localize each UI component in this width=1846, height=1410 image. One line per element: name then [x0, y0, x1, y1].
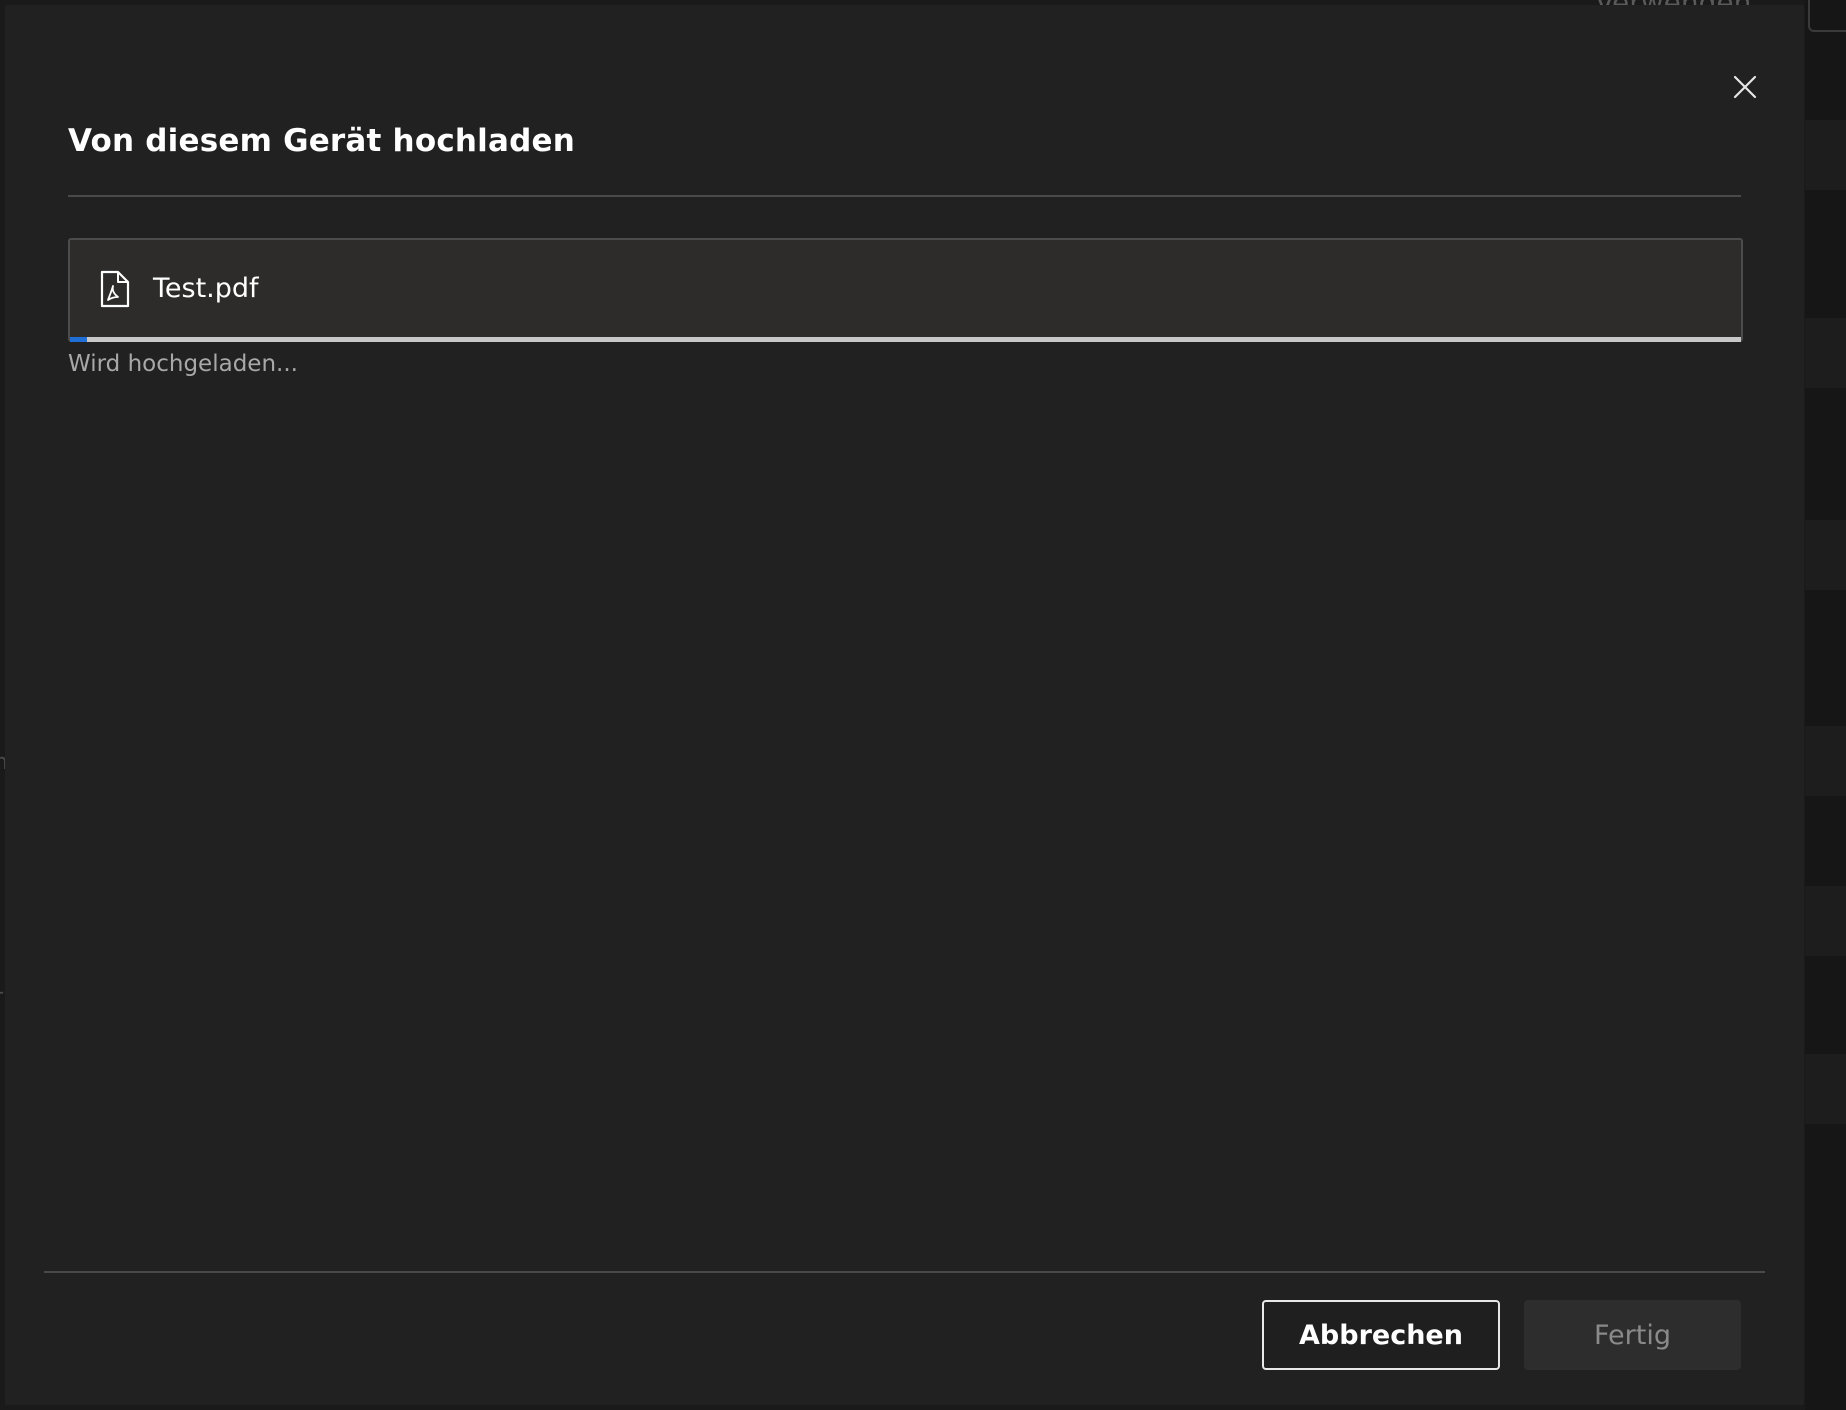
upload-progress-bar	[70, 337, 1741, 342]
done-button[interactable]: Fertig	[1524, 1300, 1741, 1370]
background-row	[1805, 726, 1846, 796]
close-button[interactable]	[1721, 63, 1769, 111]
file-upload-item: Test.pdf	[68, 238, 1743, 342]
background-row	[1805, 120, 1846, 190]
background-row	[1805, 318, 1846, 388]
cancel-button[interactable]: Abbrechen	[1262, 1300, 1500, 1370]
background-button	[1808, 0, 1846, 32]
background-row	[1805, 886, 1846, 956]
background-row	[1805, 1054, 1846, 1124]
upload-progress-fill	[70, 337, 87, 342]
dialog-title: Von diesem Gerät hochladen	[68, 123, 575, 159]
title-divider	[68, 195, 1741, 197]
background-row	[1805, 520, 1846, 590]
background-text-fragment: r	[0, 985, 3, 1010]
footer-divider	[44, 1271, 1765, 1273]
upload-status: Wird hochgeladen...	[68, 351, 298, 377]
upload-dialog: Von diesem Gerät hochladen Test.pdf Wird…	[5, 5, 1804, 1405]
close-icon	[1733, 75, 1757, 99]
pdf-file-icon	[100, 270, 130, 308]
file-name: Test.pdf	[153, 273, 259, 304]
background-panel	[1805, 0, 1846, 1410]
